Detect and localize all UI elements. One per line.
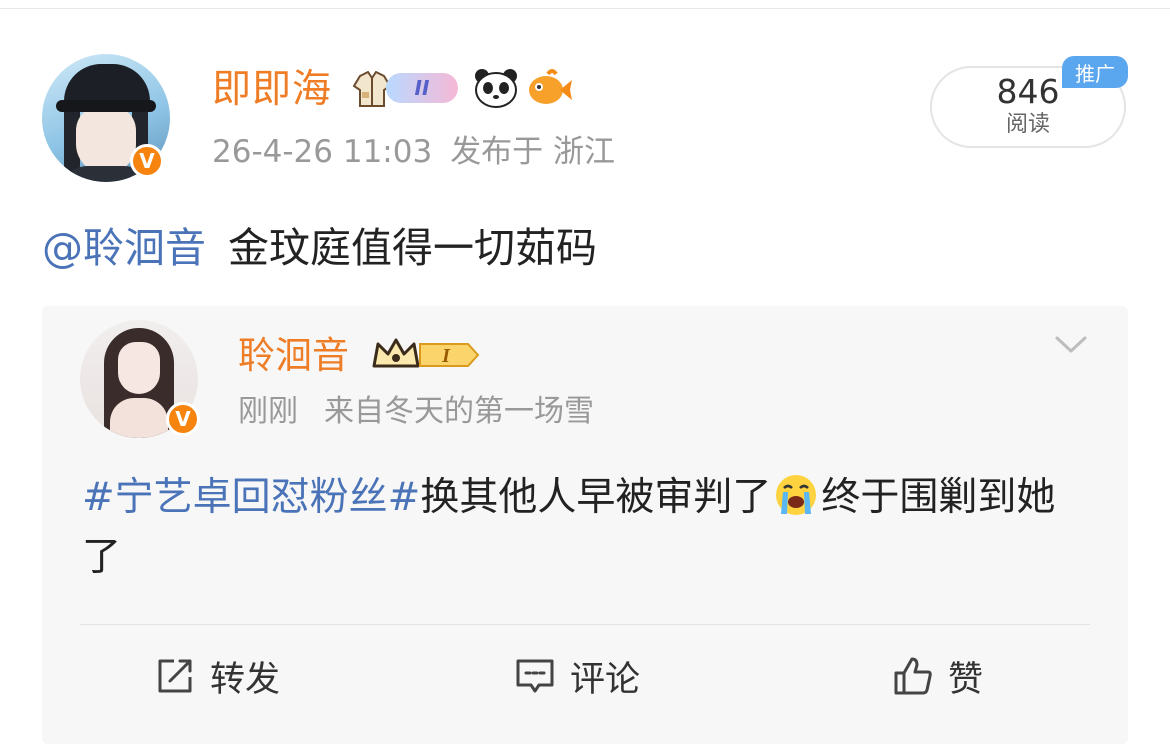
crying-emoji bbox=[776, 475, 817, 515]
crown-badge[interactable]: I bbox=[372, 336, 484, 374]
post-body: 金玟庭值得一切茹码 bbox=[228, 224, 597, 272]
quote-author-name[interactable]: 聆洄音 bbox=[238, 332, 349, 380]
author-name[interactable]: 即即海 bbox=[212, 64, 332, 116]
level-badge-text: I bbox=[441, 345, 451, 367]
like-icon bbox=[894, 657, 932, 695]
comment-label: 评论 bbox=[570, 659, 641, 700]
read-label: 阅读 bbox=[1005, 112, 1050, 137]
quote-text-part1: 换其他人早被审判了 bbox=[420, 475, 772, 520]
quote-text: #宁艺卓回怼粉丝#换其他人早被审判了 终于围剿到她了 bbox=[82, 468, 1092, 588]
top-divider bbox=[0, 8, 1170, 9]
comment-button[interactable]: 评论 bbox=[514, 646, 640, 706]
quote-time: 刚刚 bbox=[238, 394, 298, 429]
repost-icon bbox=[158, 659, 192, 693]
quote-verified-badge: V bbox=[166, 402, 200, 436]
mention-link[interactable]: @聆洄音 bbox=[42, 224, 206, 272]
like-label: 赞 bbox=[948, 659, 984, 700]
post-timestamp: 26-4-26 11:03 bbox=[212, 134, 433, 170]
fish-icon[interactable] bbox=[526, 66, 574, 110]
topic-link[interactable]: #宁艺卓回怼粉丝# bbox=[82, 475, 420, 520]
like-button[interactable]: 赞 bbox=[892, 646, 983, 706]
verified-badge: V bbox=[130, 144, 164, 178]
reposted-card[interactable]: V 聆洄音 I 刚刚 来自冬天的第一场雪 #宁艺卓回怼粉丝#换其他人早被审判了 终… bbox=[42, 306, 1128, 744]
panda-icon[interactable] bbox=[472, 66, 520, 110]
repost-button[interactable]: 转发 bbox=[154, 646, 280, 706]
gemini-badge[interactable]: II bbox=[386, 73, 458, 103]
quote-meta: 刚刚 来自冬天的第一场雪 bbox=[238, 392, 594, 432]
repost-label: 转发 bbox=[210, 659, 281, 700]
post-text: @聆洄音 金玟庭值得一切茹码 bbox=[42, 220, 597, 276]
comment-icon bbox=[516, 659, 554, 693]
action-divider bbox=[80, 624, 1090, 625]
promo-tag: 推广 bbox=[1062, 56, 1128, 88]
chevron-down-icon[interactable] bbox=[1054, 334, 1088, 356]
quote-source: 来自冬天的第一场雪 bbox=[324, 394, 594, 429]
post-source: 发布于 浙江 bbox=[450, 134, 616, 170]
author-badges: II bbox=[350, 66, 574, 110]
post-meta: 26-4-26 11:03 发布于 浙江 bbox=[212, 130, 615, 174]
